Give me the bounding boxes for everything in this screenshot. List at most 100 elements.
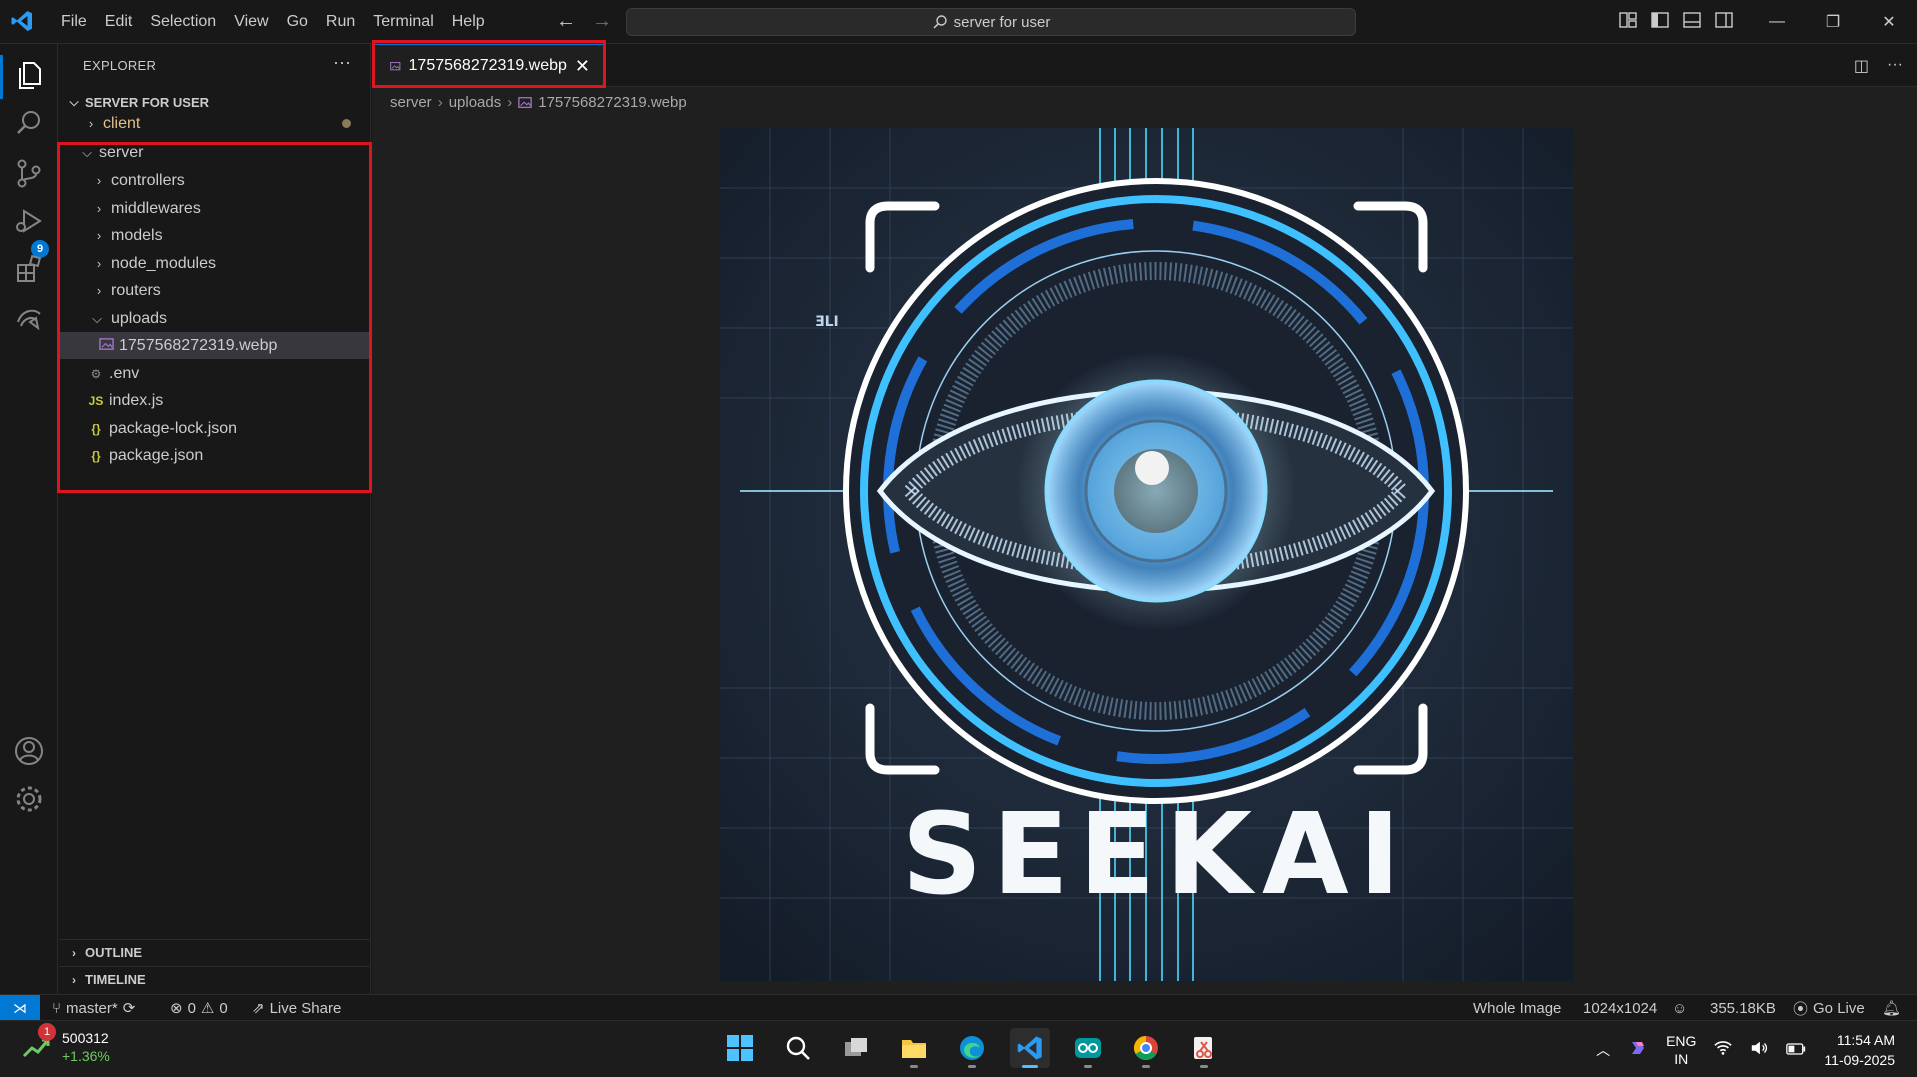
toggle-panel-icon[interactable] <box>1682 10 1702 30</box>
search-icon[interactable] <box>12 106 46 140</box>
timeline-section[interactable]: › TIMELINE <box>59 966 371 992</box>
menu-selection[interactable]: Selection <box>141 0 225 44</box>
image-small-text: ƎLI <box>815 314 839 330</box>
image-zoom[interactable]: Whole Image <box>1473 995 1561 1021</box>
stock-widget[interactable]: 1 500312 +1.36% <box>22 1023 110 1065</box>
image-dimensions: 1024x1024 <box>1583 995 1657 1021</box>
split-editor-icon[interactable]: ◫ <box>1854 56 1869 76</box>
vscode-logo-icon <box>10 9 34 33</box>
system-tray: ︿ ENG IN 11:54 AM 11-09-2025 <box>1596 1021 1917 1077</box>
toggle-primary-sidebar-icon[interactable] <box>1650 10 1670 30</box>
error-count: 0 <box>187 999 196 1017</box>
chevron-down-icon: ⌵ <box>69 94 79 109</box>
menu-run[interactable]: Run <box>317 0 364 44</box>
customize-layout-icon[interactable] <box>1618 10 1638 30</box>
error-icon: ⊗ <box>170 1000 183 1017</box>
title-bar: File Edit Selection View Go Run Terminal… <box>0 0 1917 44</box>
language-indicator[interactable]: ENG IN <box>1666 1032 1696 1068</box>
windows-taskbar: 1 500312 +1.36% ︿ ENG IN 11:54 AM 11-09-… <box>0 1020 1917 1077</box>
remote-explorer-icon[interactable] <box>12 300 46 334</box>
image-preview: ƎLI SEEKAI <box>720 128 1573 981</box>
branch-name: master* <box>66 999 118 1017</box>
volume-icon[interactable] <box>1750 1039 1768 1060</box>
stock-value: 500312 <box>62 1030 109 1046</box>
menu-terminal[interactable]: Terminal <box>364 0 442 44</box>
chrome-browser-icon[interactable] <box>1126 1028 1166 1068</box>
forward-arrow-icon[interactable]: → <box>592 10 612 33</box>
chevron-right-icon: › <box>88 116 94 131</box>
copilot-icon[interactable]: ☺ <box>1672 995 1687 1021</box>
activity-bar: 9 <box>0 44 58 994</box>
chevron-up-icon[interactable]: ︿ <box>1596 1040 1610 1060</box>
workspace-root-label: SERVER FOR USER <box>85 94 210 110</box>
sync-icon: ⟳ <box>122 1000 136 1017</box>
settings-gear-icon[interactable] <box>12 782 46 816</box>
extensions-icon[interactable] <box>12 252 46 286</box>
go-live-button[interactable]: ⦿ Go Live <box>1793 995 1865 1021</box>
wifi-icon[interactable] <box>1714 1039 1733 1060</box>
accounts-icon[interactable] <box>12 734 46 768</box>
explorer-sidebar: EXPLORER ··· ⌵ SERVER FOR USER › client … <box>57 44 372 994</box>
source-control-icon[interactable] <box>12 156 46 190</box>
windows-start-icon[interactable] <box>720 1028 760 1068</box>
clock-date: 11-09-2025 <box>1824 1051 1895 1068</box>
status-bar: ⋊ ⑂ master* ⟳ ⊗ 0 ⚠ 0 ⇗ Live Share Whole… <box>0 994 1917 1021</box>
run-debug-icon[interactable] <box>12 204 46 238</box>
image-logo-text: SEEKAI <box>902 790 1411 920</box>
remote-indicator-icon[interactable]: ⋊ <box>0 995 40 1021</box>
close-window-icon[interactable]: ✕ <box>1861 0 1917 44</box>
copilot-tray-icon[interactable] <box>1628 1038 1648 1061</box>
menu-edit[interactable]: Edit <box>96 0 142 44</box>
clock[interactable]: 11:54 AM 11-09-2025 <box>1824 1030 1895 1070</box>
restore-icon[interactable]: ❐ <box>1805 0 1861 44</box>
menu-file[interactable]: File <box>52 0 96 44</box>
menu-help[interactable]: Help <box>443 0 494 44</box>
explorer-files-icon[interactable] <box>12 58 46 92</box>
battery-icon[interactable] <box>1786 1042 1806 1058</box>
live-share-button[interactable]: ⇗ Live Share <box>252 995 341 1021</box>
breadcrumb-file[interactable]: 1757568272319.webp <box>538 94 686 111</box>
more-actions-icon[interactable]: ··· <box>1887 56 1903 76</box>
more-actions-icon[interactable]: ··· <box>333 52 351 73</box>
edge-browser-icon[interactable] <box>952 1028 992 1068</box>
vscode-taskbar-icon[interactable] <box>1010 1028 1050 1068</box>
tab-bar: 1757568272319.webp ✕ ◫ ··· <box>372 40 1917 88</box>
tree-item-client[interactable]: › client <box>59 110 371 137</box>
tree-item-label: client <box>103 114 141 132</box>
warning-icon: ⚠ <box>200 1000 215 1017</box>
snipping-tool-icon[interactable] <box>1184 1028 1224 1068</box>
zoom-label: Whole Image <box>1473 999 1562 1017</box>
toggle-secondary-sidebar-icon[interactable] <box>1714 10 1734 30</box>
breadcrumb-server[interactable]: server <box>390 94 432 111</box>
minimize-icon[interactable]: — <box>1749 0 1805 44</box>
language-bottom: IN <box>1674 1050 1689 1067</box>
stock-change: +1.36% <box>62 1048 110 1064</box>
task-view-icon[interactable] <box>836 1028 876 1068</box>
go-live-label: Go Live <box>1813 999 1865 1017</box>
editor-area: 1757568272319.webp ✕ ◫ ··· server › uplo… <box>372 40 1917 994</box>
arduino-icon[interactable] <box>1068 1028 1108 1068</box>
live-share-label: Live Share <box>269 999 342 1017</box>
broadcast-icon: ⦿ <box>1793 1000 1809 1018</box>
timeline-label: TIMELINE <box>85 972 146 987</box>
active-indicator <box>0 55 3 99</box>
back-arrow-icon[interactable]: ← <box>556 10 576 33</box>
annotation-highlight-box <box>57 142 372 493</box>
file-explorer-icon[interactable] <box>894 1028 934 1068</box>
menu-view[interactable]: View <box>225 0 277 44</box>
live-share-icon: ⇗ <box>252 1000 265 1017</box>
chevron-right-icon: › <box>437 94 443 111</box>
outline-label: OUTLINE <box>85 945 143 960</box>
notifications-bell-icon[interactable]: 🔔︎ <box>1882 995 1901 1021</box>
clock-time: 11:54 AM <box>1836 1031 1895 1048</box>
command-center-search[interactable]: server for user <box>626 8 1356 36</box>
branch-indicator[interactable]: ⑂ master* ⟳ <box>52 995 135 1021</box>
outline-section[interactable]: › OUTLINE <box>59 939 371 965</box>
menu-go[interactable]: Go <box>278 0 317 44</box>
problems-indicator[interactable]: ⊗ 0 ⚠ 0 <box>170 995 228 1021</box>
seekai-logo-image: ƎLI SEEKAI <box>720 128 1573 981</box>
breadcrumb-uploads[interactable]: uploads <box>449 94 502 111</box>
taskbar-search-icon[interactable] <box>778 1028 818 1068</box>
chevron-right-icon: › <box>72 972 76 987</box>
search-icon <box>933 15 947 29</box>
